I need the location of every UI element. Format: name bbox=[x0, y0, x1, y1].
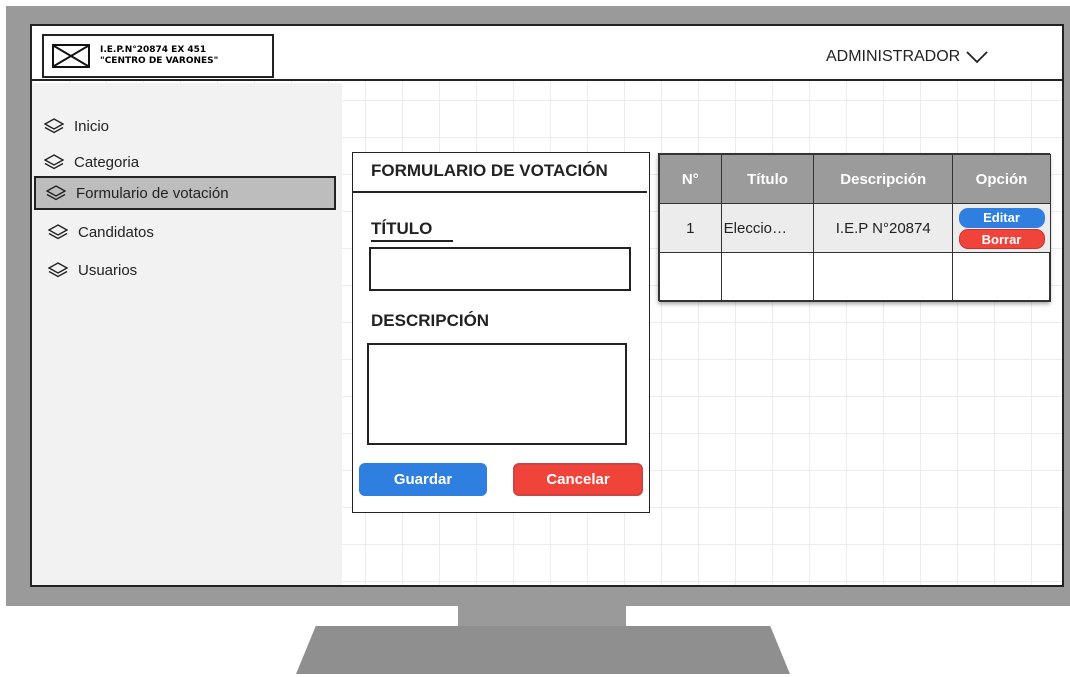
cell-titulo: Eleccio… bbox=[720, 203, 815, 253]
layers-icon bbox=[46, 185, 66, 201]
elections-table: N° Título Descripción Opción 1 Eleccio… … bbox=[658, 153, 1051, 302]
school-subtitle: "CENTRO DE VARONES" bbox=[100, 56, 219, 66]
user-menu-label: ADMINISTRADOR bbox=[826, 48, 961, 65]
sidebar-item-candidatos[interactable]: Candidatos bbox=[48, 217, 154, 247]
voting-form-card: FORMULARIO DE VOTACIÓN TÍTULO DESCRIPCIÓ… bbox=[352, 152, 650, 513]
sidebar-item-label: Categoria bbox=[74, 153, 140, 171]
column-header-opcion: Opción bbox=[952, 154, 1051, 204]
cell-descripcion: I.E.P N°20874 bbox=[813, 203, 953, 253]
table-row-empty bbox=[659, 252, 1051, 302]
sidebar-item-label: Usuarios bbox=[78, 261, 138, 279]
layers-icon bbox=[48, 224, 68, 240]
empty-cell bbox=[952, 252, 1051, 302]
image-placeholder-icon bbox=[52, 44, 90, 68]
user-menu[interactable]: ADMINISTRADOR bbox=[826, 48, 988, 66]
table-header-row: N° Título Descripción Opción bbox=[659, 154, 1051, 204]
cell-n: 1 bbox=[659, 203, 722, 253]
column-header-n: N° bbox=[659, 154, 722, 204]
delete-button[interactable]: Borrar bbox=[958, 228, 1045, 249]
cancel-button[interactable]: Cancelar bbox=[513, 463, 643, 496]
layers-icon bbox=[44, 118, 64, 134]
sidebar-item-label: Candidatos bbox=[78, 223, 154, 241]
sidebar-item-usuarios[interactable]: Usuarios bbox=[48, 255, 137, 285]
sidebar-item-label: Inicio bbox=[74, 117, 110, 135]
empty-cell bbox=[813, 252, 953, 302]
sidebar-item-inicio[interactable]: Inicio bbox=[44, 111, 109, 141]
divider bbox=[371, 240, 453, 242]
edit-button[interactable]: Editar bbox=[958, 207, 1045, 228]
layers-icon bbox=[44, 154, 64, 170]
form-title: FORMULARIO DE VOTACIÓN bbox=[371, 161, 608, 180]
column-header-descripcion: Descripción bbox=[813, 154, 953, 204]
layers-icon bbox=[48, 262, 68, 278]
sidebar: Inicio Categoria Formulario de votación … bbox=[32, 83, 342, 585]
monitor-frame: I.E.P.N°20874 EX 451 "CENTRO DE VARONES"… bbox=[6, 6, 1070, 606]
screen: I.E.P.N°20874 EX 451 "CENTRO DE VARONES"… bbox=[30, 24, 1064, 587]
school-logo-box: I.E.P.N°20874 EX 451 "CENTRO DE VARONES" bbox=[42, 34, 274, 78]
sidebar-item-formulario[interactable]: Formulario de votación bbox=[34, 176, 336, 210]
sidebar-item-label: Formulario de votación bbox=[76, 184, 229, 202]
chevron-down-icon bbox=[966, 51, 988, 64]
column-header-titulo: Título bbox=[720, 154, 815, 204]
title-input[interactable] bbox=[369, 247, 631, 291]
school-name: I.E.P.N°20874 EX 451 bbox=[100, 45, 207, 55]
empty-cell bbox=[720, 252, 815, 302]
top-header: I.E.P.N°20874 EX 451 "CENTRO DE VARONES"… bbox=[32, 26, 1062, 81]
table-row[interactable]: 1 Eleccio… I.E.P N°20874 Editar Borrar bbox=[659, 203, 1051, 253]
save-button[interactable]: Guardar bbox=[359, 463, 487, 496]
divider bbox=[353, 191, 647, 193]
title-field-label: TÍTULO bbox=[371, 219, 433, 238]
sidebar-item-categoria[interactable]: Categoria bbox=[44, 147, 139, 177]
monitor-stand-base bbox=[296, 626, 790, 674]
empty-cell bbox=[659, 252, 722, 302]
cell-opcion: Editar Borrar bbox=[952, 203, 1051, 253]
description-field-label: DESCRIPCIÓN bbox=[371, 311, 490, 330]
description-textarea[interactable] bbox=[367, 343, 627, 445]
